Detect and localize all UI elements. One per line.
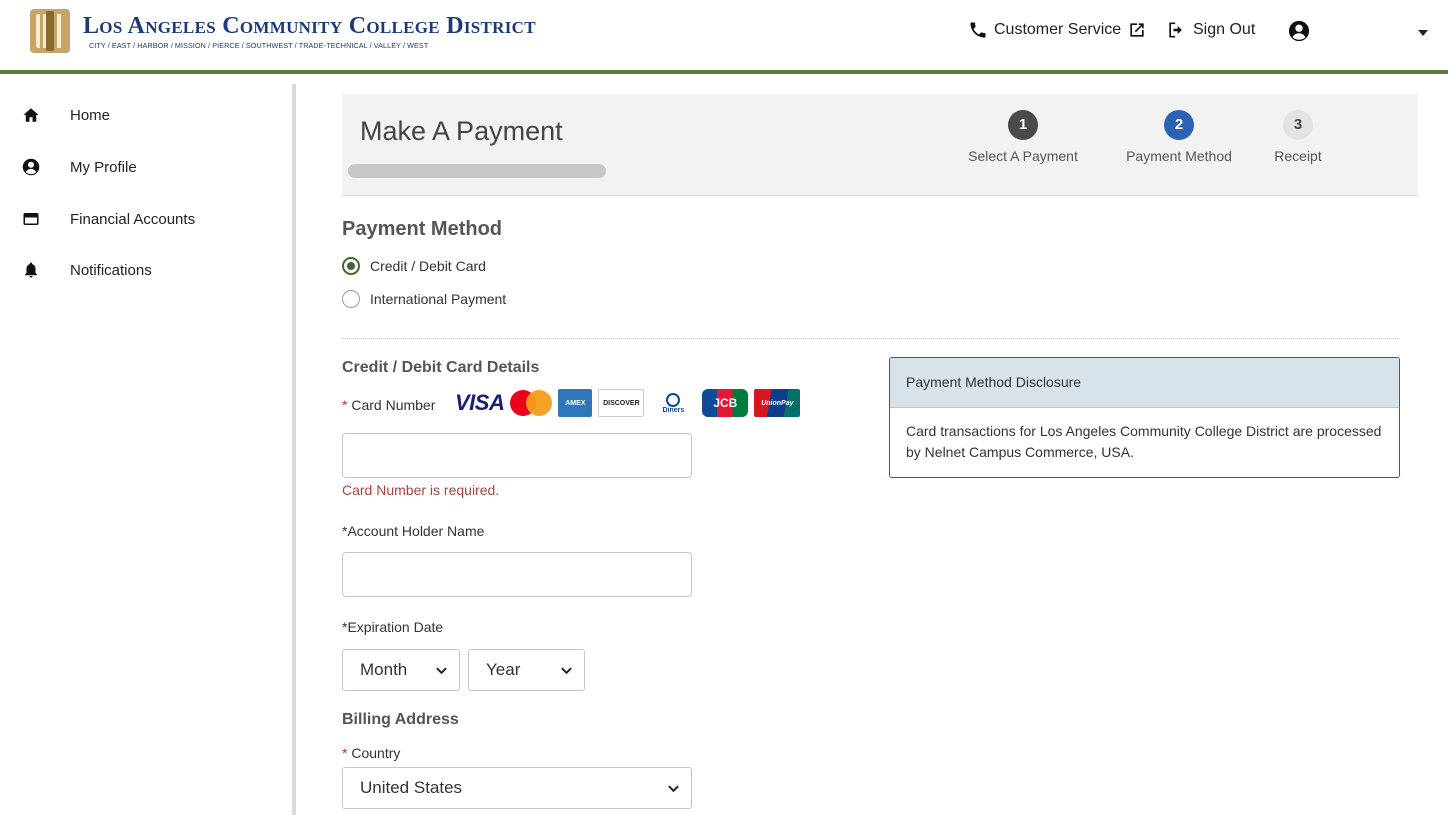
sidebar-item-label: Home	[70, 106, 111, 124]
sidebar-item-label: My Profile	[70, 158, 137, 176]
chevron-down-icon	[668, 785, 679, 793]
year-select-value: Year	[486, 660, 521, 679]
step-number: 3	[1283, 110, 1313, 140]
required-mark: *	[342, 745, 352, 761]
card-number-label: * Card Number	[342, 397, 435, 413]
discover-logo-icon: DISCOVER	[598, 389, 645, 417]
payment-banner: Make A Payment 1 Select A Payment 2 Paym…	[342, 94, 1418, 196]
home-icon	[23, 108, 39, 122]
card-details-heading: Credit / Debit Card Details	[342, 359, 540, 376]
step-label: Receipt	[1274, 148, 1322, 164]
visa-logo-icon: VISA	[455, 390, 505, 415]
radio-label: Credit / Debit Card	[370, 258, 486, 274]
redacted-account-info	[348, 164, 606, 178]
sidebar-item-label: Financial Accounts	[70, 210, 196, 228]
step-number: 1	[1008, 110, 1038, 140]
diners-club-logo-icon: Diners	[650, 389, 697, 417]
credit-card-icon	[23, 213, 39, 225]
phone-icon	[970, 22, 986, 38]
sidebar-item-financial-accounts[interactable]: Financial Accounts	[0, 204, 290, 234]
radio-button-selected[interactable]	[342, 257, 360, 275]
accepted-cards: VISA AMEX DISCOVER Diners JCB UnionPay	[455, 389, 801, 417]
radio-international-payment[interactable]: International Payment	[342, 290, 506, 308]
radio-button[interactable]	[342, 290, 360, 308]
logo-title[interactable]: Los Angeles Community College District	[83, 13, 536, 40]
bell-icon	[25, 262, 37, 278]
page-title: Make A Payment	[360, 116, 563, 146]
chevron-down-icon	[436, 667, 447, 675]
expiration-month-select[interactable]: Month	[342, 649, 460, 691]
jcb-logo-icon: JCB	[702, 389, 749, 417]
amex-logo-icon: AMEX	[558, 389, 593, 417]
card-number-label-text: Card Number	[351, 397, 436, 413]
sign-out-link[interactable]: Sign Out	[1165, 20, 1255, 40]
unionpay-logo-icon: UnionPay	[754, 389, 801, 417]
logo-subtitle: CITY / EAST / HARBOR / MISSION / PIERCE …	[89, 41, 429, 50]
expiration-date-label: *Expiration Date	[342, 619, 444, 635]
sign-out-icon	[1169, 22, 1182, 38]
sidebar-item-label: Notifications	[70, 261, 152, 279]
country-select-value: United States	[360, 778, 463, 797]
radio-credit-debit-card[interactable]: Credit / Debit Card	[342, 257, 486, 275]
sidebar-item-home[interactable]: Home	[0, 100, 290, 130]
sidebar-item-my-profile[interactable]: My Profile	[0, 152, 290, 182]
card-number-error: Card Number is required.	[342, 482, 500, 498]
step-number: 2	[1164, 110, 1194, 140]
section-divider	[342, 338, 1400, 339]
user-circle-icon	[22, 158, 40, 176]
sign-out-label: Sign Out	[1193, 21, 1256, 38]
card-number-input[interactable]	[342, 433, 692, 478]
chevron-down-icon	[561, 667, 572, 675]
payment-method-disclosure: Payment Method Disclosure Card transacti…	[889, 357, 1400, 478]
external-link-icon	[1130, 23, 1144, 37]
country-label-text: Country	[351, 745, 401, 761]
country-select[interactable]: United States	[342, 767, 692, 809]
radio-label: International Payment	[370, 291, 507, 307]
step-receipt: 3 Receipt	[1258, 110, 1338, 164]
user-avatar-icon[interactable]	[1288, 20, 1310, 42]
sidebar: Home My Profile Financial Accounts Notif…	[0, 84, 296, 815]
month-select-value: Month	[360, 660, 408, 679]
customer-service-label: Customer Service	[994, 21, 1122, 38]
step-label: Select A Payment	[968, 148, 1078, 164]
customer-service-link[interactable]: Customer Service	[968, 20, 1147, 40]
lacc-logo-icon[interactable]	[30, 9, 70, 53]
required-mark: *	[342, 397, 352, 413]
disclosure-body: Card transactions for Los Angeles Commun…	[906, 423, 1382, 460]
step-payment-method: 2 Payment Method	[1114, 110, 1244, 164]
step-select-a-payment[interactable]: 1 Select A Payment	[958, 110, 1088, 164]
payment-method-heading: Payment Method	[342, 218, 503, 240]
billing-address-heading: Billing Address	[342, 711, 459, 728]
sidebar-item-notifications[interactable]: Notifications	[0, 255, 290, 285]
account-holder-label: *Account Holder Name	[342, 523, 485, 539]
account-holder-name-input[interactable]	[342, 552, 692, 597]
top-header: Los Angeles Community College District C…	[0, 0, 1448, 74]
user-menu-caret-icon[interactable]	[1418, 30, 1428, 36]
disclosure-title: Payment Method Disclosure	[890, 358, 1399, 408]
mastercard-logo-icon	[510, 390, 553, 416]
country-label: * Country	[342, 745, 400, 761]
expiration-year-select[interactable]: Year	[468, 649, 585, 691]
step-label: Payment Method	[1126, 148, 1232, 164]
